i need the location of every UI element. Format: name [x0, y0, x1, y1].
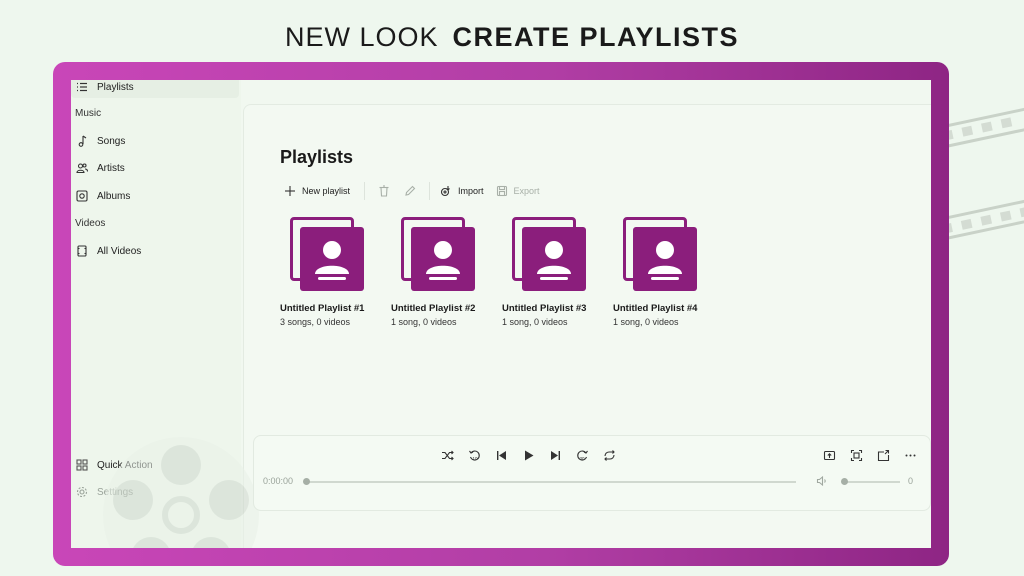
mini-player-button[interactable]: [870, 444, 897, 466]
more-icon: [905, 454, 916, 456]
headline-bold: CREATE PLAYLISTS: [452, 22, 740, 52]
delete-button[interactable]: [371, 179, 397, 203]
music-note-icon: [75, 134, 89, 148]
shuffle-button[interactable]: [434, 444, 461, 466]
film-icon: [75, 244, 89, 258]
import-icon: [440, 185, 452, 197]
playlist-title: Untitled Playlist #1: [280, 303, 365, 314]
sidebar-group-videos: Videos: [75, 218, 106, 229]
new-playlist-label: New playlist: [302, 186, 351, 196]
page-title: Playlists: [280, 147, 354, 167]
pencil-icon: [405, 185, 416, 196]
next-button[interactable]: [542, 444, 569, 466]
shuffle-icon: [442, 450, 454, 460]
sidebar-item-label: Artists: [97, 162, 125, 174]
skip-forward-label: 30: [580, 456, 586, 461]
volume-value: 0: [908, 476, 914, 486]
playlist-card[interactable]: Untitled Playlist #3 1 song, 0 videos: [502, 217, 602, 327]
sidebar-item-playlists[interactable]: Playlists: [75, 80, 235, 100]
trash-icon: [379, 185, 389, 197]
seek-knob[interactable]: [303, 478, 310, 485]
sidebar-item-all-videos[interactable]: All Videos: [75, 238, 235, 264]
people-icon: [75, 161, 89, 175]
person-icon: [426, 241, 460, 280]
person-icon: [315, 241, 349, 280]
more-button[interactable]: [897, 444, 924, 466]
cast-button[interactable]: [816, 444, 843, 466]
player-extra-controls: [816, 444, 924, 466]
playlist-count: 3 songs, 0 videos: [280, 317, 351, 327]
film-reel-decoration: [103, 437, 259, 548]
skip-forward-button[interactable]: 30: [569, 444, 596, 466]
list-icon: [75, 80, 89, 94]
repeat-icon: [604, 449, 615, 461]
rename-button[interactable]: [397, 179, 423, 203]
device-frame: Playlists Music Songs Artists Albums Vid…: [53, 62, 949, 566]
playlist-title: Untitled Playlist #3: [502, 303, 587, 314]
playlists-toolbar: New playlist Import Export: [280, 179, 548, 203]
playlist-count: 1 song, 0 videos: [502, 317, 568, 327]
playlist-count: 1 song, 0 videos: [391, 317, 457, 327]
album-icon: [75, 189, 89, 203]
sidebar-item-albums[interactable]: Albums: [75, 183, 235, 209]
previous-button[interactable]: [488, 444, 515, 466]
sidebar-item-artists[interactable]: Artists: [75, 155, 235, 181]
import-button[interactable]: Import: [436, 179, 492, 203]
app-window: Playlists Music Songs Artists Albums Vid…: [71, 80, 931, 548]
volume-slider[interactable]: [841, 478, 900, 485]
headline-light: NEW LOOK: [284, 22, 439, 52]
volume-knob[interactable]: [841, 478, 848, 485]
grid-icon: [75, 458, 89, 472]
previous-icon: [497, 450, 506, 460]
playlist-title: Untitled Playlist #4: [613, 303, 698, 314]
plus-icon: [284, 185, 296, 197]
skip-back-label: 10: [473, 456, 479, 461]
repeat-button[interactable]: [596, 444, 623, 466]
elapsed-time: 0:00:00: [263, 476, 294, 486]
save-icon: [496, 185, 508, 197]
playback-controls: 10 30: [434, 444, 623, 466]
playlist-card[interactable]: Untitled Playlist #1 3 songs, 0 videos: [280, 217, 380, 327]
playlist-thumbnail: [512, 217, 594, 299]
skip-back-button[interactable]: 10: [461, 444, 488, 466]
sidebar-item-label: Albums: [97, 190, 131, 202]
sidebar-item-songs[interactable]: Songs: [75, 128, 235, 154]
fullscreen-button[interactable]: [843, 444, 870, 466]
toolbar-divider: [364, 182, 366, 200]
player-bar: 10 30 0:00:00 0: [253, 435, 931, 511]
playlist-thumbnail: [290, 217, 372, 299]
sidebar-item-label: Songs: [97, 135, 126, 147]
toolbar-divider: [429, 182, 431, 200]
export-button[interactable]: Export: [492, 179, 548, 203]
sidebar-item-label: Playlists: [97, 81, 134, 93]
mini-player-icon: [877, 449, 890, 461]
play-icon: [525, 450, 534, 460]
person-icon: [648, 241, 682, 280]
playlist-count: 1 song, 0 videos: [613, 317, 679, 327]
import-label: Import: [458, 186, 484, 196]
sidebar-item-label: All Videos: [97, 245, 142, 257]
skip-back-10-icon: 10: [469, 450, 480, 461]
playlist-title: Untitled Playlist #2: [391, 303, 476, 314]
playlist-thumbnail: [401, 217, 483, 299]
skip-forward-30-icon: 30: [577, 450, 588, 461]
playlist-card[interactable]: Untitled Playlist #4 1 song, 0 videos: [613, 217, 713, 327]
export-label: Export: [513, 186, 540, 196]
sidebar-group-music: Music: [75, 108, 102, 119]
cast-icon: [823, 450, 836, 460]
playlist-card[interactable]: Untitled Playlist #2 1 song, 0 videos: [391, 217, 491, 327]
new-playlist-button[interactable]: New playlist: [280, 179, 358, 203]
gear-icon: [75, 485, 89, 499]
person-icon: [537, 241, 571, 280]
volume-button[interactable]: [814, 473, 830, 489]
seek-slider[interactable]: [303, 478, 796, 485]
play-button[interactable]: [515, 444, 542, 466]
playlist-grid: Untitled Playlist #1 3 songs, 0 videos U…: [280, 217, 724, 327]
next-icon: [551, 450, 560, 460]
promo-headline: NEW LOOK CREATE PLAYLISTS: [0, 22, 1024, 56]
fullscreen-icon: [850, 449, 863, 461]
playlist-thumbnail: [623, 217, 705, 299]
speaker-icon: [816, 475, 826, 487]
